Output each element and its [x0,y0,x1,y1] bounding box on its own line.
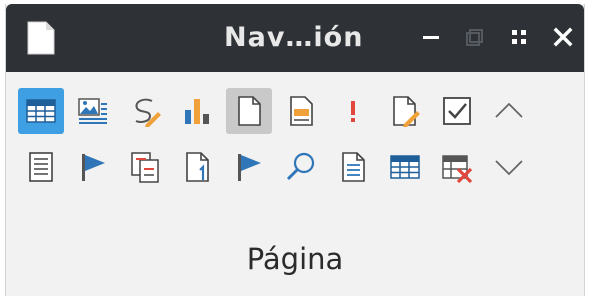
window-menu-icon[interactable] [506,24,532,50]
warning-button[interactable] [330,88,376,134]
window-title: Nav…ión [224,22,364,53]
document-icon [27,21,55,55]
flag-icon [82,154,105,181]
title-bar[interactable]: Nav…ión [6,4,584,72]
image-text-icon [78,98,107,124]
reference-button[interactable] [226,144,272,190]
text-frame-icon [29,152,53,182]
compare-button[interactable] [122,144,168,190]
image-button[interactable] [70,88,116,134]
link-pencil-icon [135,98,161,127]
page-number-button[interactable] [174,144,220,190]
header-button[interactable] [278,88,324,134]
table-icon [26,99,56,123]
bar-chart-icon [185,99,209,124]
chart-button[interactable] [174,88,220,134]
checkbox-icon [443,97,471,125]
panel-label: Página [246,242,344,276]
delete-table-icon [442,155,473,184]
page-number-icon [186,152,209,182]
search-button[interactable] [278,144,324,190]
page-icon [238,96,261,126]
document-orange-icon [290,96,313,126]
link-button[interactable] [122,88,168,134]
chevron-down-icon [495,160,523,176]
document-lines-button[interactable] [330,144,376,190]
delete-table-button[interactable] [434,144,480,190]
edit-document-button[interactable] [382,88,428,134]
insert-table-button[interactable] [382,144,428,190]
restore-icon[interactable] [462,24,488,50]
table-button[interactable] [18,88,64,134]
table-2-icon [390,155,420,179]
exclamation-icon [351,101,355,122]
text-frame-button[interactable] [18,144,64,190]
checkbox-button[interactable] [434,88,480,134]
navigator-window: Nav…ión Página [5,4,585,296]
flag-icon-2 [238,154,261,181]
document-lines-icon [342,152,365,182]
scroll-up-button[interactable] [486,88,532,134]
close-icon[interactable] [550,24,576,50]
page-button[interactable] [226,88,272,134]
search-icon [286,152,315,181]
bookmark-button[interactable] [70,144,116,190]
document-compare-icon [131,152,159,183]
chevron-up-icon [495,102,523,118]
edit-document-icon [393,96,420,127]
minimize-icon[interactable] [418,24,444,50]
scroll-down-button[interactable] [486,144,532,190]
